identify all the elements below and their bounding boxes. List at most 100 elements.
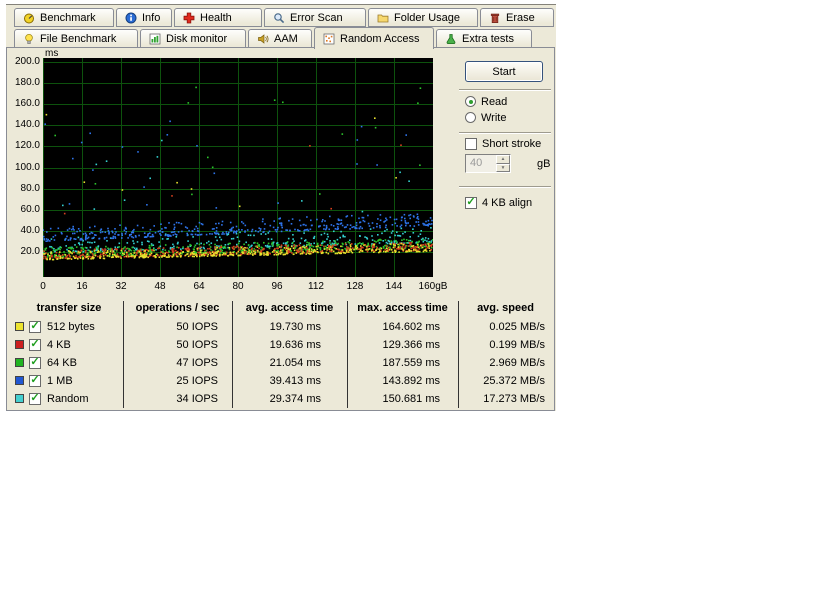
tab-random-access[interactable]: Random Access — [314, 27, 434, 49]
info-icon — [125, 12, 137, 24]
tab-benchmark[interactable]: Benchmark — [14, 8, 114, 27]
y-tick-label: 40.0 — [20, 224, 40, 236]
series-label: 1 MB — [47, 375, 73, 387]
screen: Benchmark Info Health Error Scan Folder Usag… — [0, 0, 816, 612]
error-scan-icon — [273, 12, 285, 24]
cell-avg: 21.054 ms — [269, 357, 321, 369]
y-tick-label: 120.0 — [14, 140, 40, 152]
cell-avg: 19.636 ms — [269, 339, 321, 351]
erase-icon — [489, 12, 501, 24]
series-label: 64 KB — [47, 357, 77, 369]
stroke-size-input: 40 — [465, 154, 511, 173]
x-tick-label: 144 — [385, 281, 403, 292]
series-swatch — [15, 358, 24, 367]
y-tick-label: 80.0 — [20, 182, 40, 194]
tab-disk-monitor[interactable]: Disk monitor — [140, 29, 246, 48]
read-radio[interactable]: Read — [465, 95, 507, 108]
short-stroke-label: Short stroke — [482, 137, 542, 150]
series-label: 4 KB — [47, 339, 71, 351]
tab-label: Health — [200, 11, 232, 24]
x-tick-label: 96 — [271, 281, 283, 292]
health-icon — [183, 12, 195, 24]
tab-row-1: Benchmark Info Health Error Scan Folder Usag… — [14, 7, 554, 27]
spin-up-icon — [496, 155, 510, 164]
x-tick-label: 80 — [232, 281, 244, 292]
cell-avg: 39.413 ms — [269, 375, 321, 387]
y-tick-label: 140.0 — [14, 119, 40, 131]
cell-speed: 0.199 MB/s — [489, 339, 545, 351]
x-tick-label: 32 — [115, 281, 127, 292]
cell-speed: 2.969 MB/s — [489, 357, 545, 369]
y-tick-label: 160.0 — [14, 98, 40, 110]
short-stroke-checkbox[interactable]: Short stroke — [465, 137, 541, 150]
cell-max: 164.602 ms — [382, 321, 440, 333]
tab-label: Info — [142, 11, 161, 24]
separator — [459, 186, 551, 188]
y-tick-label: 100.0 — [14, 161, 40, 173]
tab-aam[interactable]: AAM — [248, 29, 312, 48]
x-tick-label: 0 — [40, 281, 46, 292]
tab-info[interactable]: Info — [116, 8, 172, 27]
align-checkbox[interactable]: 4 KB align — [465, 196, 532, 209]
series-swatch — [15, 340, 24, 349]
separator — [459, 132, 551, 134]
x-tick-label: 64 — [193, 281, 205, 292]
y-tick-label: 200.0 — [14, 56, 40, 67]
stroke-size-spinner — [496, 155, 510, 172]
series-checkbox[interactable] — [29, 356, 41, 369]
cell-speed: 17.273 MB/s — [483, 393, 545, 405]
tab-health[interactable]: Health — [174, 8, 262, 27]
cell-max: 187.559 ms — [382, 357, 440, 369]
cell-speed: 25.372 MB/s — [483, 375, 545, 387]
read-radio-label: Read — [481, 95, 508, 108]
cell-max: 129.366 ms — [382, 339, 440, 351]
random-access-icon — [323, 33, 335, 45]
x-tick-label: 128 — [346, 281, 364, 292]
series-checkbox[interactable] — [29, 374, 41, 387]
cell-speed: 0.025 MB/s — [489, 321, 545, 333]
series-checkbox[interactable] — [29, 320, 41, 333]
random-access-panel: ms 200.0 180.0 160.0 140.0 120.0 100.0 80.0 60.… — [6, 47, 555, 411]
x-tick-label: 48 — [154, 281, 166, 292]
spin-down-icon — [496, 163, 510, 172]
cell-ops: 25 IOPS — [176, 375, 218, 387]
tab-erase[interactable]: Erase — [480, 8, 554, 27]
short-stroke-checkbox-box — [465, 137, 477, 150]
y-tick-label: 60.0 — [20, 203, 40, 215]
x-tick-label: 112 — [308, 281, 324, 292]
series-swatch — [15, 376, 24, 385]
folder-usage-icon — [377, 12, 389, 24]
align-label: 4 KB align — [482, 196, 533, 209]
read-radio-circle — [465, 96, 476, 107]
cell-ops: 50 IOPS — [176, 321, 218, 333]
cell-avg: 29.374 ms — [269, 393, 321, 405]
tab-folder-usage[interactable]: Folder Usage — [368, 8, 478, 27]
tab-extra-tests[interactable]: Extra tests — [436, 29, 532, 48]
series-checkbox[interactable] — [29, 392, 41, 405]
table-header-avg-access-time: avg. access time — [245, 302, 334, 314]
tab-label: Extra tests — [462, 33, 514, 45]
tab-label: Folder Usage — [394, 11, 461, 24]
tab-file-benchmark[interactable]: File Benchmark — [14, 29, 138, 48]
cell-ops: 34 IOPS — [176, 393, 218, 405]
cell-avg: 19.730 ms — [269, 321, 321, 333]
start-button[interactable]: Start — [465, 61, 543, 82]
separator — [459, 89, 551, 91]
write-radio[interactable]: Write — [465, 111, 506, 124]
cell-max: 143.892 ms — [382, 375, 440, 387]
series-swatch — [15, 394, 24, 403]
x-tick-label: 16 — [76, 281, 88, 292]
cell-max: 150.681 ms — [382, 393, 440, 405]
tab-label: Random Access — [340, 32, 420, 45]
stroke-size-unit-label: gB — [537, 158, 551, 170]
series-label: Random — [47, 393, 89, 405]
tab-label: AAM — [274, 33, 298, 45]
table-header-avg-speed: avg. speed — [477, 302, 534, 314]
align-checkbox-box — [465, 196, 477, 209]
series-checkbox[interactable] — [29, 338, 41, 351]
benchmark-icon — [23, 12, 35, 24]
tab-error-scan[interactable]: Error Scan — [264, 8, 366, 27]
table-header-operations-sec: operations / sec — [135, 302, 220, 314]
y-tick-label: 180.0 — [14, 77, 40, 89]
access-time-scatter-plot — [43, 58, 433, 277]
